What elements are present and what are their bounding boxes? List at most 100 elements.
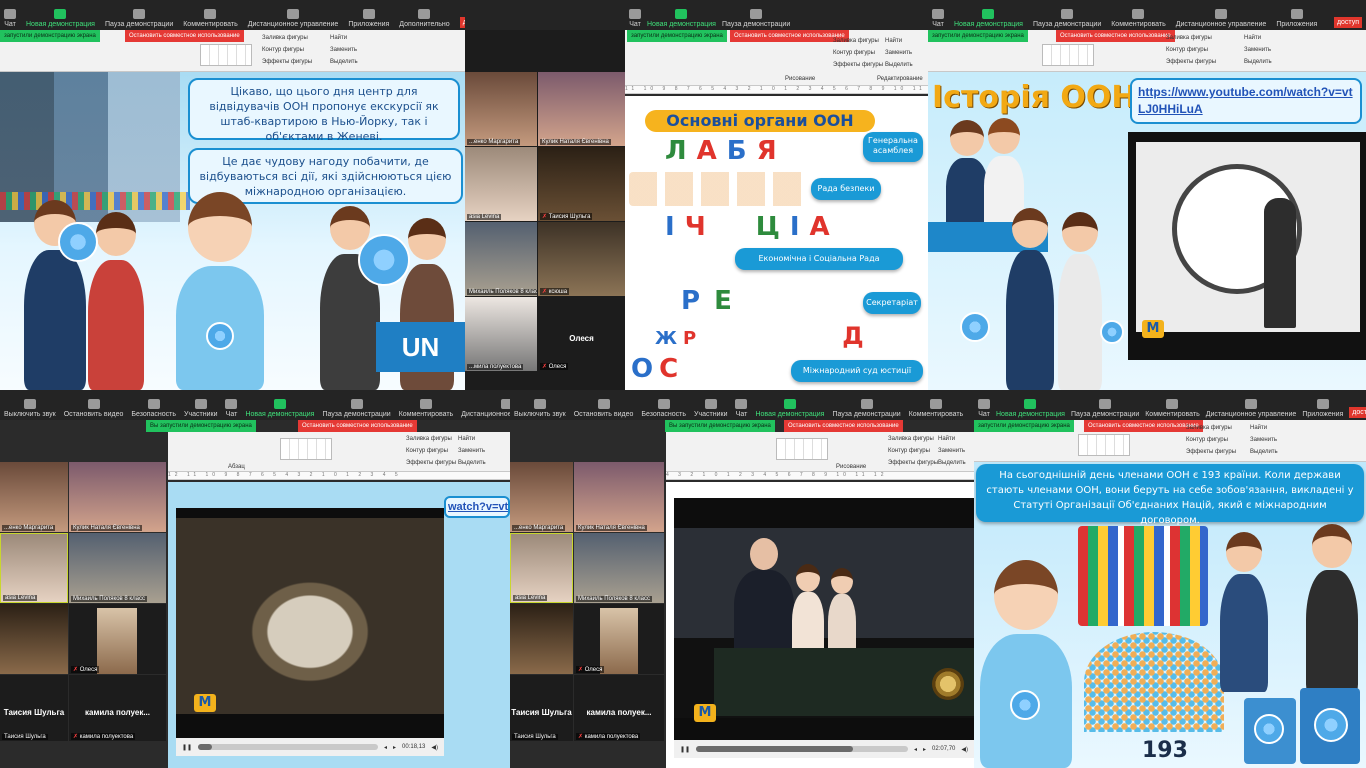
annotate-button[interactable]: Комментировать [909, 399, 963, 418]
video-tile[interactable]: Кулик Наталя Євгенівна [69, 462, 166, 532]
find-button[interactable]: Найти [330, 35, 347, 41]
stop-cosharing-button[interactable]: Остановить совместное использование [298, 420, 417, 432]
shapes-gallery[interactable] [200, 44, 252, 66]
stop-cosharing-button[interactable]: Остановить совместное использование [1056, 30, 1175, 42]
chat-button[interactable]: Чат [978, 399, 990, 418]
annotate-button[interactable]: Комментировать [1145, 399, 1200, 418]
apps-button[interactable]: Приложения [1302, 399, 1343, 418]
chat-button[interactable]: Чат [629, 9, 641, 28]
video-player-controls[interactable]: ❚❚ ◂ ▸ 02:07,70 ◀) [674, 740, 974, 758]
youtube-link[interactable]: https://www.youtube.com/watch?v=vtLJ0HHi… [1130, 78, 1362, 124]
pause-share-button[interactable]: Пауза демонстрации [1071, 399, 1139, 418]
shape-outline-button[interactable]: Контур фигуры [1186, 437, 1228, 443]
find-button[interactable]: Найти [1250, 425, 1267, 431]
video-tile[interactable]: ...енко Маргарита [0, 462, 68, 532]
video-tile[interactable]: Таисия Шульга Таисия Шульга [510, 675, 573, 741]
shape-effects-button[interactable]: Эффекты фигуры [1166, 59, 1216, 65]
chat-button[interactable]: Чат [735, 399, 748, 418]
video-tile[interactable]: Таисия Шульга [538, 147, 625, 221]
security-button[interactable]: Безопасность [641, 399, 686, 418]
link-fragment[interactable]: watch?v=vtLJ0 [444, 496, 510, 518]
chat-button[interactable]: Чат [4, 9, 16, 28]
seek-bar[interactable] [696, 746, 908, 752]
pause-share-button[interactable]: Пауза демонстрации [322, 399, 391, 418]
remote-control-button[interactable]: Дистанционное управление [1176, 9, 1266, 28]
stop-cosharing-button[interactable]: Остановить совместное использование [730, 30, 849, 42]
select-button[interactable]: Выделить [1250, 449, 1278, 455]
find-button[interactable]: Найти [1244, 35, 1261, 41]
new-share-button[interactable]: Новая демонстрация [755, 399, 824, 418]
find-button[interactable]: Найти [885, 38, 902, 44]
pause-share-button[interactable]: Пауза демонстрации [1033, 9, 1101, 28]
shapes-gallery[interactable] [1042, 44, 1094, 66]
remote-control-button[interactable]: Дистанционное управление [248, 9, 338, 28]
video-tile[interactable]: ...мила полуектова [465, 297, 537, 371]
annotate-button[interactable]: Комментировать [183, 9, 238, 28]
access-button[interactable]: доступ [1333, 17, 1362, 28]
apps-button[interactable]: Приложения [1276, 9, 1317, 28]
video-tile[interactable]: Кулик Наталя Євгенівна [574, 462, 664, 532]
mute-button[interactable]: Выключить звук [514, 399, 566, 418]
new-share-button[interactable]: Новая демонстрация [954, 9, 1023, 28]
video-tile[interactable]: Олеся [574, 604, 664, 674]
find-button[interactable]: Найти [938, 436, 955, 442]
pause-icon[interactable]: ❚❚ [680, 746, 690, 753]
chat-button[interactable]: Чат [225, 399, 238, 418]
replace-button[interactable]: Заменить [458, 448, 485, 454]
shapes-gallery[interactable] [776, 438, 828, 460]
select-button[interactable]: Выделить [938, 460, 966, 466]
prev-icon[interactable]: ◂ [914, 746, 917, 753]
replace-button[interactable]: Заменить [330, 47, 357, 53]
new-share-button[interactable]: Новая демонстрация [245, 399, 314, 418]
select-button[interactable]: Выделить [1244, 59, 1272, 65]
remote-control-button[interactable]: Дистанционное управление [1206, 399, 1296, 418]
mute-button[interactable]: Выключить звук [4, 399, 56, 418]
video-tile[interactable]: asia Levina [0, 533, 68, 603]
apps-button[interactable]: Приложения [348, 9, 389, 28]
chat-button[interactable]: Чат [932, 9, 944, 28]
pause-share-button[interactable]: Пауза демонстрации [832, 399, 901, 418]
access-button[interactable]: доступ [1349, 407, 1366, 418]
video-tile[interactable]: Таисия Шульга Таисия Шульга [0, 675, 68, 741]
video-tile[interactable]: asia Levina [510, 533, 573, 603]
video-player-controls[interactable]: ❚❚ ◂ ▸ 00:18,13 ◀) [176, 738, 444, 756]
video-tile[interactable] [510, 604, 573, 674]
seek-bar[interactable] [198, 744, 378, 750]
prev-icon[interactable]: ◂ [384, 744, 387, 751]
shape-outline-button[interactable]: Контур фигуры [833, 50, 875, 56]
shape-fill-button[interactable]: Заливка фигуры [888, 436, 934, 442]
shape-fill-button[interactable]: Заливка фигуры [262, 35, 308, 41]
video-tile[interactable]: Михаиль Поляков 8 класс [465, 222, 537, 296]
new-share-button[interactable]: Новая демонстрация [26, 9, 95, 28]
shape-effects-button[interactable]: Эффекты фигуры [262, 59, 312, 65]
shape-effects-button[interactable]: Эффекты фигуры [888, 460, 938, 466]
stop-cosharing-button[interactable]: Остановить совместное использование [1084, 420, 1203, 432]
shape-outline-button[interactable]: Контур фигуры [888, 448, 930, 454]
shapes-gallery[interactable] [1078, 434, 1130, 456]
shapes-gallery[interactable] [280, 438, 332, 460]
stop-cosharing-button[interactable]: Остановить совместное использование [784, 420, 903, 432]
next-icon[interactable]: ▸ [393, 744, 396, 751]
more-button[interactable]: Дополнительно [399, 9, 450, 28]
general-assembly-video[interactable]: M [674, 498, 974, 746]
video-tile[interactable]: Михаиль Поляков 8 класс [69, 533, 166, 603]
stop-cosharing-button[interactable]: Остановить совместное использование [125, 30, 244, 42]
video-tile[interactable] [0, 604, 68, 674]
next-icon[interactable]: ▸ [923, 746, 926, 753]
pause-share-button[interactable]: Пауза демонстрации [105, 9, 173, 28]
shape-outline-button[interactable]: Контур фигуры [262, 47, 304, 53]
select-button[interactable]: Выделить [330, 59, 358, 65]
select-button[interactable]: Выделить [885, 62, 913, 68]
video-tile[interactable]: Михаиль Поляков 8 класс [574, 533, 664, 603]
video-tile[interactable]: камила полуек...камила полуектова [69, 675, 166, 741]
select-button[interactable]: Выделить [458, 460, 486, 466]
volume-icon[interactable]: ◀) [431, 744, 438, 751]
video-tile[interactable]: Кулик Наталя Євгенівна [538, 72, 625, 146]
new-share-button[interactable]: Новая демонстрация [647, 9, 716, 28]
replace-button[interactable]: Заменить [1244, 47, 1271, 53]
replace-button[interactable]: Заменить [1250, 437, 1277, 443]
replace-button[interactable]: Заменить [885, 50, 912, 56]
volume-icon[interactable]: ◀) [961, 746, 968, 753]
video-tile[interactable]: ксюша [538, 222, 625, 296]
annotate-button[interactable]: Комментировать [399, 399, 453, 418]
